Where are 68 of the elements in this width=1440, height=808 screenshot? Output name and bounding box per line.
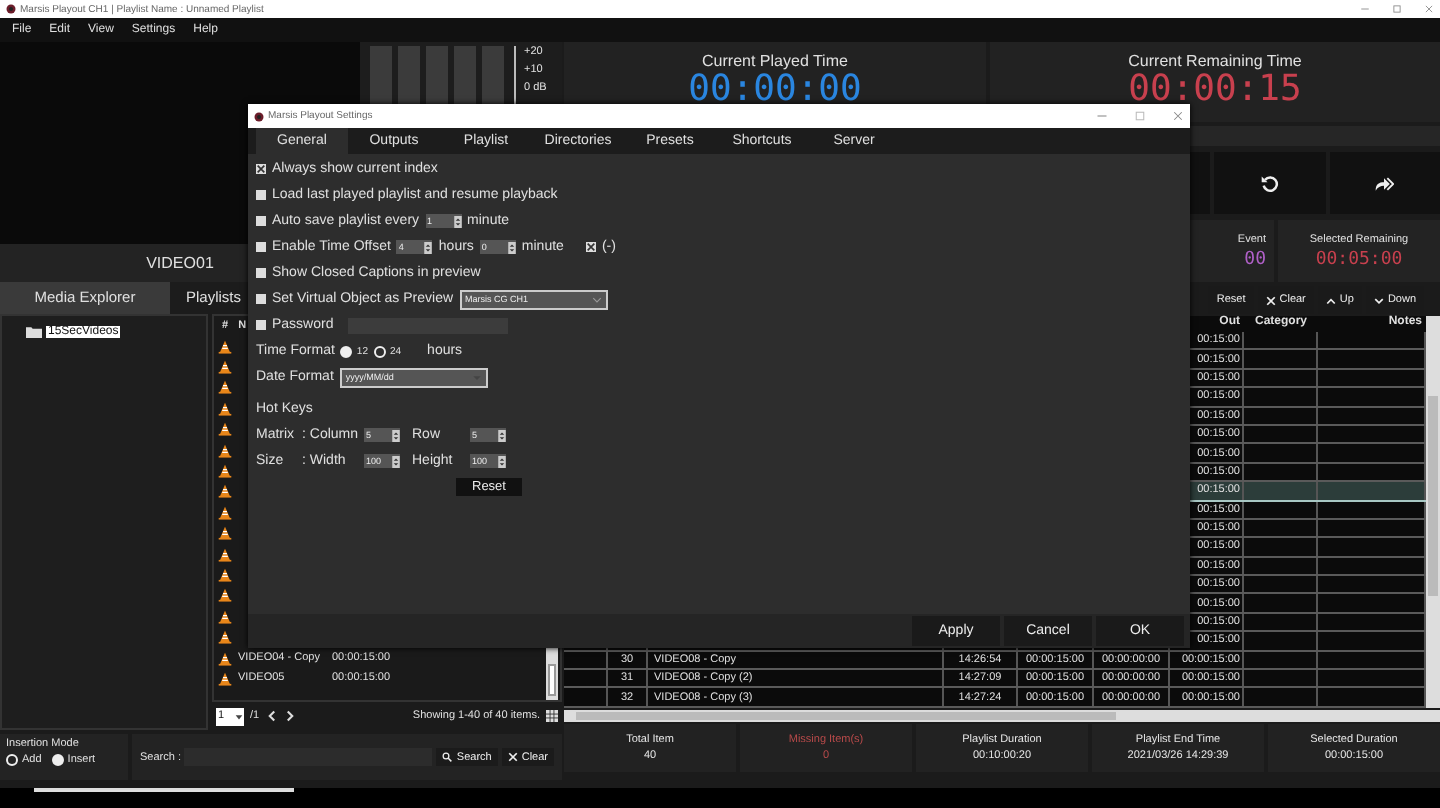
checkbox[interactable] bbox=[585, 242, 596, 252]
checkbox[interactable] bbox=[256, 242, 266, 252]
checkbox[interactable] bbox=[256, 320, 266, 330]
scrollbar[interactable] bbox=[1426, 316, 1440, 708]
cone-icon bbox=[218, 526, 232, 541]
dropdown-icon bbox=[591, 295, 602, 303]
dropdown-icon bbox=[234, 711, 244, 721]
cone-icon bbox=[218, 401, 232, 416]
checkbox[interactable] bbox=[256, 294, 266, 304]
maximize-icon[interactable] bbox=[1392, 4, 1402, 14]
cone-icon bbox=[218, 380, 232, 395]
checkbox[interactable] bbox=[256, 268, 266, 278]
cone-icon bbox=[218, 609, 232, 624]
close-icon[interactable] bbox=[1424, 4, 1434, 14]
cone-icon bbox=[218, 484, 232, 499]
cone-icon bbox=[218, 651, 232, 666]
radio-button[interactable] bbox=[6, 754, 18, 766]
app-icon bbox=[6, 4, 16, 14]
checkbox[interactable] bbox=[256, 216, 266, 226]
clock-label: Current Remaining Time bbox=[1128, 52, 1302, 70]
app-icon bbox=[254, 111, 264, 121]
cone-icon bbox=[218, 588, 232, 603]
next-icon[interactable] bbox=[283, 710, 296, 722]
skip-button[interactable] bbox=[1329, 152, 1440, 214]
spinner-icon bbox=[392, 429, 400, 441]
minimize-icon[interactable] bbox=[1096, 110, 1108, 122]
cone-icon bbox=[218, 422, 232, 437]
spinner-icon bbox=[453, 215, 462, 227]
close-icon bbox=[507, 752, 518, 762]
cone-icon bbox=[218, 547, 232, 562]
cone-icon bbox=[218, 567, 232, 582]
replay-icon bbox=[1259, 173, 1280, 193]
checkbox[interactable] bbox=[256, 164, 266, 174]
scrollbar[interactable] bbox=[564, 710, 1440, 722]
folder-icon bbox=[26, 326, 42, 338]
radio-button[interactable] bbox=[340, 345, 353, 357]
event-time: 00 bbox=[1244, 249, 1266, 269]
cone-icon bbox=[218, 339, 232, 354]
radio-button[interactable] bbox=[373, 345, 386, 357]
radio-button[interactable] bbox=[51, 754, 64, 766]
event-time: 00:05:00 bbox=[1315, 249, 1403, 269]
close-icon[interactable] bbox=[1172, 110, 1184, 122]
previous-icon[interactable] bbox=[265, 710, 278, 722]
minimize-icon[interactable] bbox=[1360, 4, 1370, 14]
cone-icon bbox=[218, 443, 232, 458]
cone-icon bbox=[218, 360, 232, 375]
spinner-icon bbox=[507, 241, 516, 253]
cone-icon bbox=[218, 505, 232, 520]
checkbox[interactable] bbox=[256, 190, 266, 200]
chevron-down-icon bbox=[1373, 295, 1384, 305]
spinner-icon bbox=[392, 455, 400, 467]
replay-button[interactable] bbox=[1214, 152, 1325, 214]
spinner-icon bbox=[498, 455, 506, 467]
cone-icon bbox=[218, 630, 232, 645]
dropdown-icon bbox=[471, 373, 482, 381]
cone-icon bbox=[218, 464, 232, 479]
clock-time: 00:00:00 bbox=[688, 70, 862, 110]
maximize-icon[interactable] bbox=[1134, 110, 1146, 122]
grid-icon[interactable] bbox=[546, 710, 558, 722]
spinner-icon bbox=[424, 241, 433, 253]
search-icon bbox=[442, 752, 453, 762]
chevron-up-icon bbox=[1325, 295, 1336, 305]
forward-icon bbox=[1374, 173, 1395, 193]
spinner-icon bbox=[498, 429, 506, 441]
clock-label: Current Played Time bbox=[702, 52, 848, 70]
cone-icon bbox=[218, 671, 232, 686]
close-icon bbox=[1265, 295, 1276, 305]
clock-time: 00:00:15 bbox=[1128, 70, 1302, 110]
